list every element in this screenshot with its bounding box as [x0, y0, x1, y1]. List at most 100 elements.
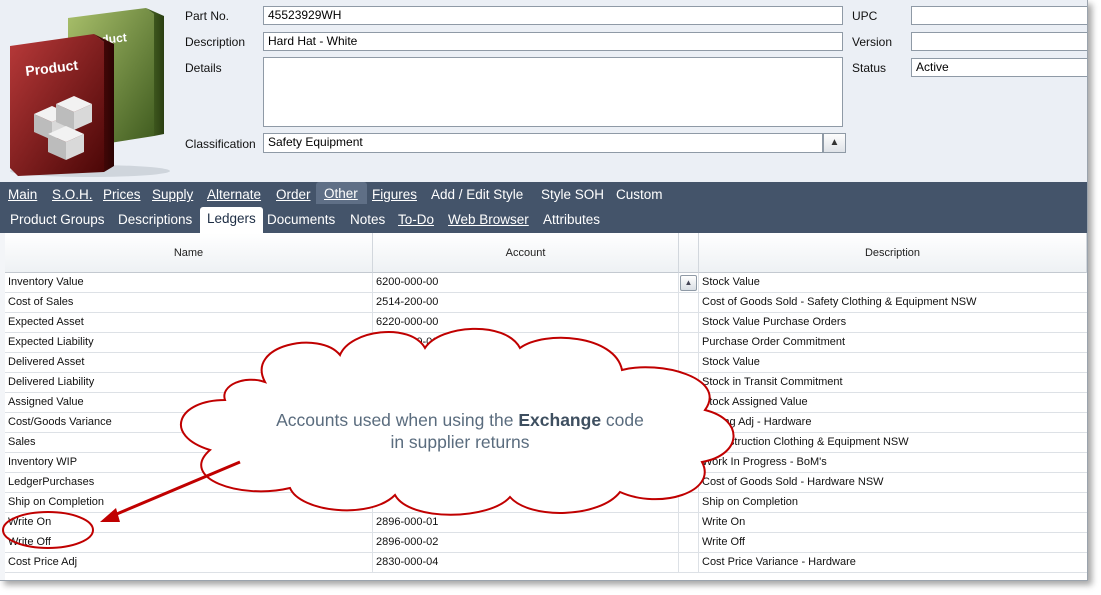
version-field[interactable] [911, 32, 1087, 51]
cell-lookup [679, 513, 699, 532]
cell-account[interactable]: 2514-200-00 [373, 293, 679, 312]
cell-description: Cost Price Variance - Hardware [702, 556, 856, 568]
tab-to-do[interactable]: To-Do [398, 212, 434, 227]
tab-attributes[interactable]: Attributes [543, 212, 600, 227]
cell-lookup [679, 413, 699, 432]
callout-text-bold: Exchange [518, 410, 602, 430]
cell-lookup [679, 493, 699, 512]
upc-field[interactable] [911, 6, 1087, 25]
table-row[interactable]: Delivered Liability Stock in Transit Com… [5, 373, 1087, 393]
tab-prices[interactable]: Prices [103, 187, 141, 202]
tab-main[interactable]: Main [8, 187, 37, 202]
upc-label: UPC [852, 9, 878, 23]
table-row[interactable]: Inventory WIP Work In Progress - BoM's [5, 453, 1087, 473]
cell-name: Expected Asset [5, 313, 373, 332]
callout-text-after: code [601, 410, 644, 430]
cell-name: Expected Liability [5, 333, 373, 352]
column-header-blank [679, 233, 699, 273]
column-header-account[interactable]: Account [373, 233, 679, 273]
part-no-field[interactable]: 45523929WH [263, 6, 843, 25]
description-label: Description [185, 35, 246, 49]
cell-name: Write Off [5, 533, 373, 552]
tab-soh[interactable]: S.O.H. [52, 187, 93, 202]
table-row[interactable]: Write Off 2896-000-02 Write Off [5, 533, 1087, 553]
cell-description: Stock in Transit Commitment [702, 376, 843, 388]
cell-name: LedgerPurchases [5, 473, 373, 492]
cell-lookup [679, 533, 699, 552]
cell-account[interactable] [373, 473, 679, 492]
chevron-up-icon: ▲ [829, 137, 840, 148]
tab-web-browser[interactable]: Web Browser [448, 212, 529, 227]
table-row[interactable]: Cost of Sales 2514-200-00 Cost of Goods … [5, 293, 1087, 313]
cell-name: Delivered Asset [5, 353, 373, 372]
cell-lookup [679, 433, 699, 452]
tab-ledgers[interactable]: Ledgers [207, 211, 256, 226]
cell-lookup [679, 453, 699, 472]
cell-description: Stock Value Purchase Orders [702, 316, 847, 328]
cell-lookup [679, 373, 699, 392]
tab-order[interactable]: Order [276, 187, 311, 202]
cell-description: Work In Progress - BoM's [702, 456, 827, 468]
cell-name: Cost Price Adj [5, 553, 373, 572]
version-label: Version [852, 35, 893, 49]
lookup-up-button[interactable]: ▲ [680, 275, 697, 291]
cell-description: Ship on Completion [702, 496, 799, 508]
table-row[interactable]: Inventory Value 6200-000-00 Stock Value [5, 273, 1087, 293]
tab-add-edit-style[interactable]: Add / Edit Style [431, 187, 523, 202]
cell-account[interactable]: 2830-000-04 [373, 553, 679, 572]
chevron-up-icon: ▲ [684, 278, 693, 287]
cell-description: Cost of Goods Sold - Hardware NSW [702, 476, 884, 488]
cell-description: - Construction Clothing & Equipment NSW [702, 436, 909, 448]
table-row[interactable]: Write On 2896-000-01 Write On [5, 513, 1087, 533]
product-box-image: Product Product [10, 8, 170, 177]
column-header-description[interactable]: Description [699, 233, 1087, 273]
callout-text-before: Accounts used when using the [276, 410, 519, 430]
ledger-grid: Name Account Description Inventory Value… [5, 233, 1087, 580]
table-row[interactable]: Expected Asset 6220-000-00 Stock Value P… [5, 313, 1087, 333]
product-window: Product Product Part No. 45523929WH Desc… [0, 0, 1088, 581]
cell-account[interactable]: 2896-000-01 [373, 513, 679, 532]
table-row[interactable]: Cost Price Adj 2830-000-04 Cost Price Va… [5, 553, 1087, 573]
description-field[interactable]: Hard Hat - White [263, 32, 843, 51]
table-row[interactable]: Expected Liability 7220-000-00 Purchase … [5, 333, 1087, 353]
cell-account[interactable]: 7220-000-00 [373, 333, 679, 352]
tab-notes[interactable]: Notes [350, 212, 385, 227]
cell-name: Cost of Sales [5, 293, 373, 312]
cell-account[interactable] [373, 453, 679, 472]
cell-lookup [679, 553, 699, 572]
cell-lookup [679, 393, 699, 412]
tab-figures[interactable]: Figures [372, 187, 417, 202]
column-header-name[interactable]: Name [5, 233, 373, 273]
classification-lookup-button[interactable]: ▲ [823, 133, 846, 153]
tab-descriptions[interactable]: Descriptions [118, 212, 192, 227]
cell-description: Stock Value [702, 276, 760, 288]
cell-lookup [679, 473, 699, 492]
cell-description: Write Off [702, 536, 745, 548]
tab-supply[interactable]: Supply [152, 187, 193, 202]
cell-account[interactable] [373, 373, 679, 392]
cell-account[interactable]: 6220-000-00 [373, 313, 679, 332]
tab-custom[interactable]: Custom [616, 187, 663, 202]
tab-documents[interactable]: Documents [267, 212, 335, 227]
table-row[interactable]: Delivered Asset Stock Value [5, 353, 1087, 373]
status-field[interactable]: Active [911, 58, 1087, 77]
cell-account[interactable]: 2896-000-02 [373, 533, 679, 552]
classification-field[interactable]: Safety Equipment [263, 133, 823, 153]
part-no-label: Part No. [185, 9, 230, 23]
table-row[interactable]: LedgerPurchases Cost of Goods Sold - Har… [5, 473, 1087, 493]
cell-description: Pricing Adj - Hardware [702, 416, 812, 428]
cell-lookup [679, 353, 699, 372]
tab-product-groups[interactable]: Product Groups [10, 212, 105, 227]
cell-account[interactable] [373, 353, 679, 372]
cell-lookup [679, 333, 699, 352]
cell-account[interactable] [373, 493, 679, 512]
tab-alternate[interactable]: Alternate [207, 187, 261, 202]
cell-name: Write On [5, 513, 373, 532]
tab-style-soh[interactable]: Style SOH [541, 187, 604, 202]
cell-description: Purchase Order Commitment [702, 336, 846, 348]
tab-other[interactable]: Other [324, 186, 358, 201]
cell-account[interactable]: 6200-000-00 [373, 273, 679, 292]
table-row[interactable]: Ship on Completion Ship on Completion [5, 493, 1087, 513]
cell-name: Delivered Liability [5, 373, 373, 392]
details-field[interactable] [263, 57, 843, 127]
